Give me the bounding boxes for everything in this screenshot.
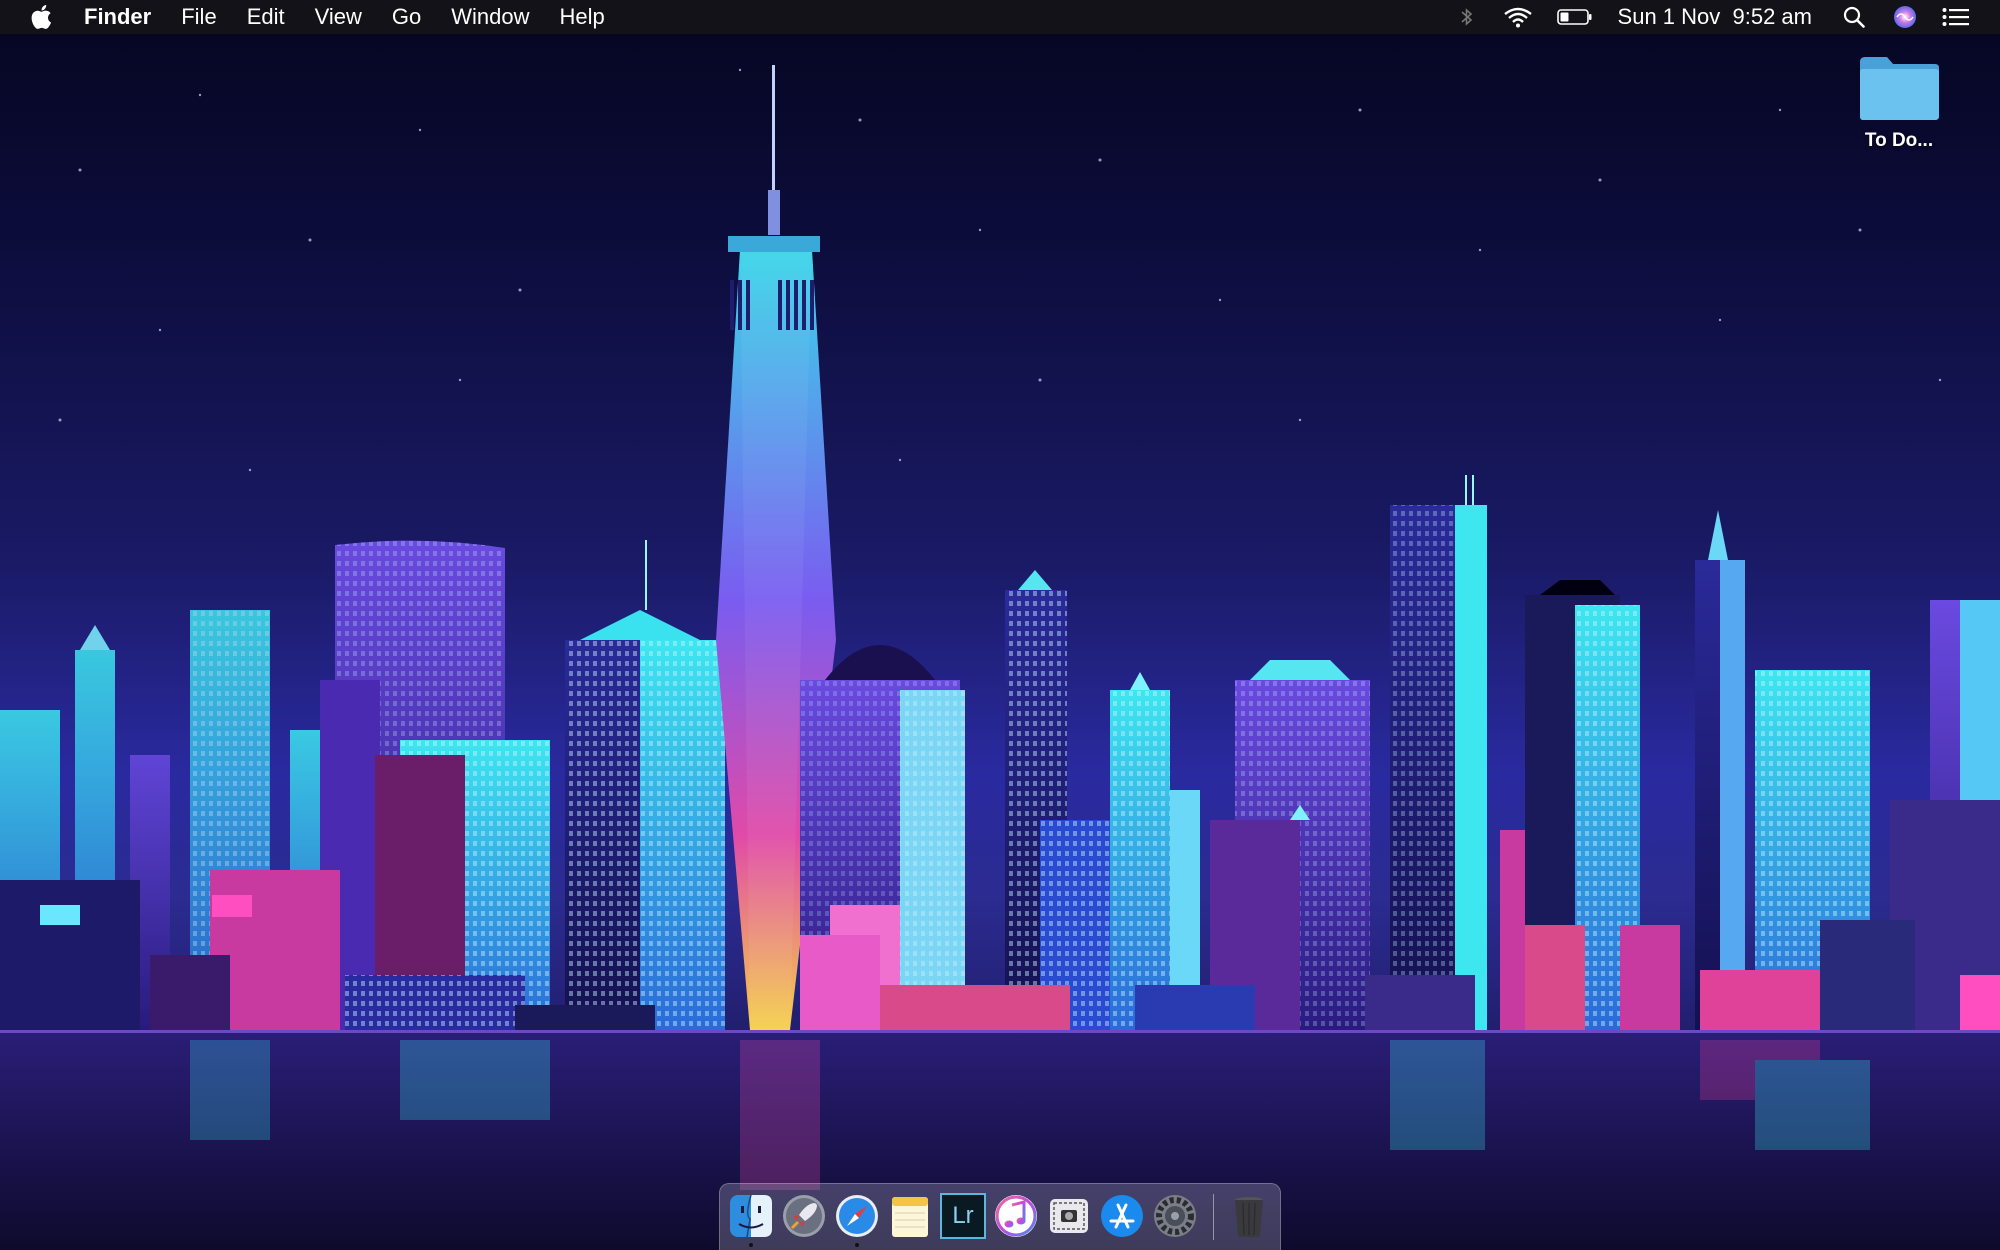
wifi-icon[interactable] bbox=[1502, 6, 1534, 28]
lr-label: Lr bbox=[952, 1202, 974, 1229]
folder-icon bbox=[1857, 54, 1941, 122]
app-store-icon bbox=[1099, 1193, 1145, 1244]
screenshot-icon bbox=[1046, 1193, 1092, 1244]
notes-icon bbox=[887, 1193, 933, 1244]
siri-icon[interactable] bbox=[1892, 5, 1918, 29]
menu-view[interactable]: View bbox=[315, 0, 362, 34]
trash-icon bbox=[1226, 1193, 1272, 1244]
running-indicator bbox=[855, 1243, 859, 1247]
dock-screenshot[interactable] bbox=[1046, 1193, 1092, 1239]
dock-app-store[interactable] bbox=[1099, 1193, 1145, 1239]
desktop-folder-label: To Do... bbox=[1864, 130, 1934, 151]
running-indicator bbox=[749, 1243, 753, 1247]
lr-icon: Lr bbox=[940, 1193, 986, 1239]
dock-notes[interactable] bbox=[887, 1193, 933, 1239]
dock-safari[interactable] bbox=[834, 1193, 880, 1247]
dock-trash[interactable] bbox=[1226, 1193, 1272, 1239]
bluetooth-icon[interactable] bbox=[1458, 6, 1476, 28]
dock-lightroom[interactable]: Lr bbox=[940, 1193, 986, 1239]
menu-window[interactable]: Window bbox=[451, 0, 529, 34]
dock-finder[interactable] bbox=[728, 1193, 774, 1247]
dock-separator bbox=[1213, 1194, 1214, 1240]
list-icon[interactable] bbox=[1942, 7, 1970, 27]
dock-launchpad[interactable] bbox=[781, 1193, 827, 1239]
city-skyline-illustration bbox=[0, 65, 2000, 1250]
menu-file[interactable]: File bbox=[181, 0, 216, 34]
dock-system-preferences[interactable] bbox=[1152, 1193, 1198, 1239]
music-note-icon bbox=[993, 1193, 1039, 1244]
clock-date: Sun 1 Nov bbox=[1617, 4, 1721, 29]
clock-time: 9:52 am bbox=[1732, 4, 1813, 29]
dock-itunes[interactable] bbox=[993, 1193, 1039, 1239]
gear-icon bbox=[1152, 1193, 1198, 1244]
magnifier-icon[interactable] bbox=[1842, 6, 1866, 28]
desktop-folder-todo[interactable]: To Do... bbox=[1844, 54, 1954, 152]
menu-help[interactable]: Help bbox=[560, 0, 605, 34]
finder-icon bbox=[728, 1193, 774, 1244]
compass-icon bbox=[834, 1193, 880, 1244]
menu-finder[interactable]: Finder bbox=[84, 0, 151, 34]
menu-clock[interactable]: Sun 1 Nov 9:52 am bbox=[1618, 4, 1812, 30]
desktop-wallpaper bbox=[0, 0, 2000, 1250]
battery-icon[interactable] bbox=[1556, 8, 1594, 26]
menu-go[interactable]: Go bbox=[392, 0, 421, 34]
dock: Lr bbox=[719, 1183, 1281, 1250]
menu-bar: Finder File Edit View Go Window Help Sun… bbox=[0, 0, 2000, 34]
apple-logo-icon[interactable] bbox=[30, 3, 56, 31]
menu-edit[interactable]: Edit bbox=[247, 0, 285, 34]
rocket-icon bbox=[781, 1193, 827, 1244]
